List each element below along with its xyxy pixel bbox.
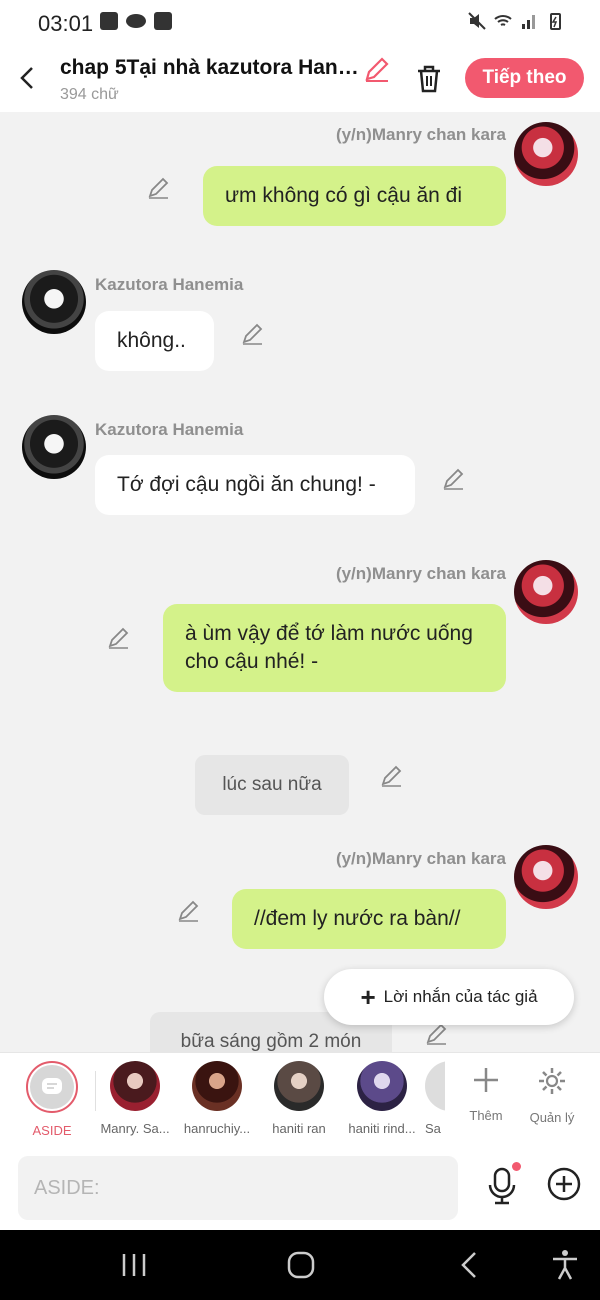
chat-area[interactable]: (y/n)Manry chan kara ưm không có gì cậu … <box>0 112 600 1052</box>
message-bubble[interactable]: ưm không có gì cậu ăn đi <box>203 166 506 226</box>
message-bubble[interactable]: //đem ly nước ra bàn// <box>232 889 506 949</box>
avatar <box>274 1061 324 1111</box>
cloud-icon <box>126 14 146 28</box>
chapter-title[interactable]: chap 5Tại nhà kazutora Hanemia <box>60 56 360 80</box>
character-label: Sa <box>425 1121 441 1136</box>
avatar[interactable] <box>22 415 86 479</box>
chat-bubble-icon <box>42 1078 62 1094</box>
status-bar: 03:01 <box>0 0 600 48</box>
edit-message-icon[interactable] <box>106 624 132 650</box>
back-icon[interactable] <box>453 1248 487 1282</box>
avatar <box>357 1061 407 1111</box>
edit-message-icon[interactable] <box>379 762 405 788</box>
back-button[interactable] <box>12 58 42 98</box>
message-input[interactable] <box>18 1156 458 1220</box>
check-icon <box>154 12 172 30</box>
character-label: ASIDE <box>32 1123 72 1138</box>
avatar <box>192 1061 242 1111</box>
aside-bubble[interactable]: lúc sau nữa <box>195 755 349 815</box>
back-arrow-icon <box>20 67 33 89</box>
recent-apps-icon[interactable] <box>117 1248 151 1282</box>
message-author: (y/n)Manry chan kara <box>335 849 506 868</box>
character-item[interactable]: haniti rind... <box>342 1061 422 1136</box>
edit-title-icon[interactable] <box>362 54 392 84</box>
mute-icon <box>468 12 486 30</box>
message-author: Kazutora Hanemia <box>95 275 244 294</box>
home-icon[interactable] <box>284 1248 318 1282</box>
avatar <box>110 1061 160 1111</box>
character-item[interactable]: haniti ran <box>259 1061 339 1136</box>
battery-icon <box>550 13 561 30</box>
status-time: 03:01 <box>38 11 94 36</box>
system-icons <box>468 12 564 30</box>
add-character-button[interactable]: Thêm <box>451 1065 521 1123</box>
edit-message-icon[interactable] <box>441 465 467 491</box>
wifi-icon <box>494 15 512 26</box>
edit-message-icon[interactable] <box>176 897 202 923</box>
gallery-icon <box>100 12 118 30</box>
gear-icon <box>539 1068 565 1094</box>
message-author: (y/n)Manry chan kara <box>335 564 506 583</box>
avatar[interactable] <box>514 122 578 186</box>
avatar <box>425 1061 445 1111</box>
message-bubble[interactable]: không.. <box>95 311 214 371</box>
message-bubble[interactable]: à ùm vậy để tớ làm nước uống cho cậu nhé… <box>163 604 506 692</box>
avatar[interactable] <box>22 270 86 334</box>
character-bar: ASIDE Manry. Sa... hanruchiy... haniti r… <box>0 1052 600 1148</box>
avatar[interactable] <box>514 845 578 909</box>
next-button[interactable]: Tiếp theo <box>465 58 584 98</box>
character-label: hanruchiy... <box>183 1121 251 1136</box>
aside-character[interactable]: ASIDE <box>12 1061 92 1138</box>
character-item[interactable]: Sa <box>425 1061 445 1136</box>
character-item[interactable]: hanruchiy... <box>177 1061 257 1136</box>
notification-icons <box>100 12 172 30</box>
add-circle-icon[interactable] <box>546 1166 582 1202</box>
character-label: haniti rind... <box>348 1121 416 1136</box>
input-bar <box>0 1148 600 1230</box>
plus-icon <box>474 1068 498 1092</box>
delete-icon[interactable] <box>412 62 446 96</box>
character-label: Manry. Sa... <box>100 1121 170 1136</box>
accessibility-icon[interactable] <box>548 1248 582 1282</box>
chapter-header: chap 5Tại nhà kazutora Hanemia 394 chữ T… <box>0 48 600 112</box>
message-bubble[interactable]: Tớ đợi cậu ngồi ăn chung! - <box>95 455 415 515</box>
message-author: (y/n)Manry chan kara <box>335 125 506 144</box>
character-item[interactable]: Manry. Sa... <box>95 1061 175 1136</box>
edit-message-icon[interactable] <box>146 174 172 200</box>
signal-icon <box>522 15 535 29</box>
aside-avatar <box>26 1061 78 1113</box>
manage-label: Quản lý <box>529 1110 575 1125</box>
author-note-label: Lời nhắn của tác giả <box>383 987 538 1006</box>
manage-button[interactable]: Quản lý <box>517 1065 587 1125</box>
character-label: haniti ran <box>272 1121 326 1136</box>
message-author: Kazutora Hanemia <box>95 420 244 439</box>
microphone-icon[interactable] <box>484 1166 520 1206</box>
avatar[interactable] <box>514 560 578 624</box>
author-note-button[interactable]: + Lời nhắn của tác giả <box>324 969 574 1025</box>
edit-message-icon[interactable] <box>240 320 266 346</box>
plus-icon: + <box>360 982 376 1012</box>
notification-dot <box>512 1162 521 1171</box>
system-navigation-bar <box>0 1230 600 1300</box>
word-count: 394 chữ <box>60 86 119 103</box>
add-label: Thêm <box>469 1108 503 1123</box>
